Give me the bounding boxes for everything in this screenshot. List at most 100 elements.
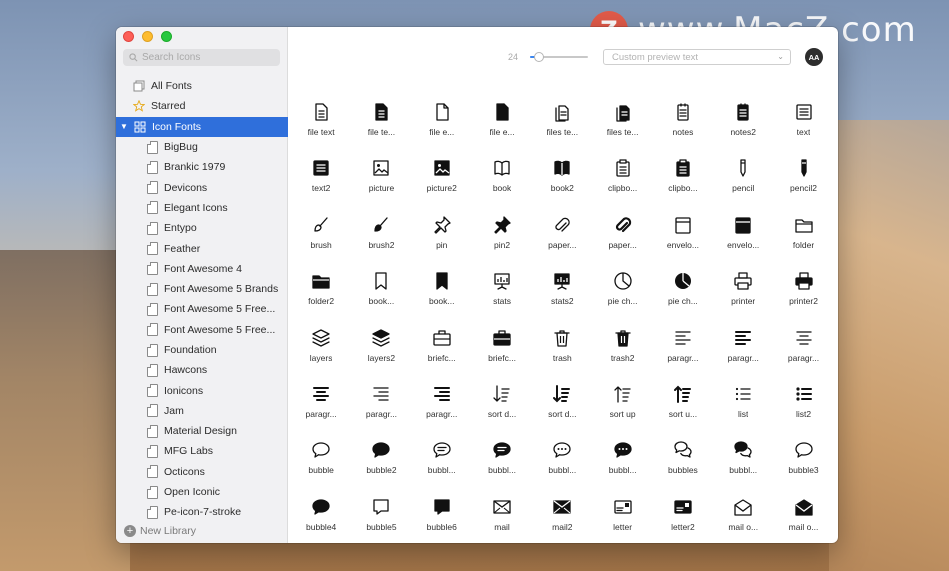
sidebar-item-font[interactable]: Pe-icon-7-stroke	[116, 502, 288, 522]
icon-cell[interactable]: book...	[412, 271, 472, 327]
icon-cell[interactable]: layers	[291, 328, 351, 384]
icon-cell[interactable]: pencil	[713, 158, 773, 214]
sidebar-item-font[interactable]: BigBug	[116, 137, 288, 157]
icon-cell[interactable]: paragr...	[713, 328, 773, 384]
icon-cell[interactable]: mail o...	[713, 497, 773, 543]
icon-cell[interactable]: printer	[713, 271, 773, 327]
disclosure-triangle-icon[interactable]: ▼	[120, 122, 130, 131]
icon-cell[interactable]: text2	[291, 158, 351, 214]
icon-cell[interactable]: bubbl...	[472, 440, 532, 496]
new-library-button[interactable]: + New Library	[124, 525, 196, 537]
icon-cell[interactable]: picture2	[412, 158, 472, 214]
zoom-button[interactable]	[161, 31, 172, 42]
icon-cell[interactable]: stats2	[532, 271, 592, 327]
icon-cell[interactable]: bubbl...	[532, 440, 592, 496]
icon-cell[interactable]: sort up	[592, 384, 652, 440]
sidebar-item-font[interactable]: Ionicons	[116, 380, 288, 400]
icon-cell[interactable]: bubble	[291, 440, 351, 496]
icon-cell[interactable]: text	[773, 102, 833, 158]
icon-cell[interactable]: mail o...	[773, 497, 833, 543]
sidebar-item-font[interactable]: Open Iconic	[116, 482, 288, 502]
icon-cell[interactable]: bubbl...	[412, 440, 472, 496]
icon-cell[interactable]: envelo...	[653, 215, 713, 271]
sidebar-item-font[interactable]: Font Awesome 5 Free...	[116, 299, 288, 319]
sidebar-item-font[interactable]: MFG Labs	[116, 441, 288, 461]
icon-cell[interactable]: trash2	[592, 328, 652, 384]
icon-cell[interactable]: bubble4	[291, 497, 351, 543]
sidebar-item-font[interactable]: Jam	[116, 401, 288, 421]
icon-cell[interactable]: paper...	[592, 215, 652, 271]
icon-cell[interactable]: bubble6	[412, 497, 472, 543]
sidebar-item-icon-fonts[interactable]: ▼ Icon Fonts	[116, 116, 288, 137]
icon-size-slider[interactable]	[530, 52, 588, 62]
sidebar-item-font[interactable]: Font Awesome 5 Free...	[116, 320, 288, 340]
sidebar-item-font[interactable]: Font Awesome 5 Brands	[116, 279, 288, 299]
icon-cell[interactable]: paragr...	[351, 384, 411, 440]
icon-cell[interactable]: pie ch...	[592, 271, 652, 327]
icon-cell[interactable]: folder2	[291, 271, 351, 327]
sidebar-item-font[interactable]: Hawcons	[116, 360, 288, 380]
icon-cell[interactable]: briefc...	[472, 328, 532, 384]
icon-cell[interactable]: book...	[351, 271, 411, 327]
search-input[interactable]	[142, 52, 272, 63]
icon-cell[interactable]: mail	[472, 497, 532, 543]
icon-cell[interactable]: briefc...	[412, 328, 472, 384]
icon-cell[interactable]: picture	[351, 158, 411, 214]
icon-cell[interactable]: pie ch...	[653, 271, 713, 327]
icon-cell[interactable]: clipbo...	[653, 158, 713, 214]
icon-cell[interactable]: paragr...	[412, 384, 472, 440]
icon-cell[interactable]: notes	[653, 102, 713, 158]
icon-cell[interactable]: book2	[532, 158, 592, 214]
icon-cell[interactable]: file e...	[412, 102, 472, 158]
sidebar-item-font[interactable]: Elegant Icons	[116, 198, 288, 218]
icon-cell[interactable]: bubbl...	[592, 440, 652, 496]
icon-cell[interactable]: notes2	[713, 102, 773, 158]
icon-cell[interactable]: file te...	[351, 102, 411, 158]
icon-cell[interactable]: paragr...	[773, 328, 833, 384]
icon-cell[interactable]: mail2	[532, 497, 592, 543]
icon-cell[interactable]: bubbl...	[713, 440, 773, 496]
icon-cell[interactable]: sort d...	[472, 384, 532, 440]
sidebar-item-font[interactable]: Feather	[116, 238, 288, 258]
icon-cell[interactable]: pin2	[472, 215, 532, 271]
icon-cell[interactable]: letter2	[653, 497, 713, 543]
icon-cell[interactable]: clipbo...	[592, 158, 652, 214]
icon-cell[interactable]: book	[472, 158, 532, 214]
icon-cell[interactable]: trash	[532, 328, 592, 384]
icon-cell[interactable]: bubble5	[351, 497, 411, 543]
icon-cell[interactable]: paper...	[532, 215, 592, 271]
icon-cell[interactable]: file e...	[472, 102, 532, 158]
icon-cell[interactable]: files te...	[532, 102, 592, 158]
sidebar-item-starred[interactable]: Starred	[116, 96, 288, 116]
preview-text-combobox[interactable]: Custom preview text ⌄	[603, 49, 791, 65]
slider-knob[interactable]	[533, 52, 544, 62]
icon-cell[interactable]: bubbles	[653, 440, 713, 496]
sidebar-item-font[interactable]: Material Design	[116, 421, 288, 441]
icon-cell[interactable]: letter	[592, 497, 652, 543]
icon-cell[interactable]: pin	[412, 215, 472, 271]
search-field[interactable]	[123, 49, 280, 66]
icon-cell[interactable]: stats	[472, 271, 532, 327]
icon-cell[interactable]: files te...	[592, 102, 652, 158]
icon-cell[interactable]: paragr...	[291, 384, 351, 440]
icon-cell[interactable]: list	[713, 384, 773, 440]
sidebar-item-font[interactable]: Devicons	[116, 177, 288, 197]
icon-cell[interactable]: sort d...	[532, 384, 592, 440]
icon-cell[interactable]: brush	[291, 215, 351, 271]
sidebar-item-font[interactable]: Brankic 1979	[116, 157, 288, 177]
sidebar-item-font[interactable]: Font Awesome 4	[116, 259, 288, 279]
minimize-button[interactable]	[142, 31, 153, 42]
icon-cell[interactable]: pencil2	[773, 158, 833, 214]
sidebar-item-font[interactable]: Octicons	[116, 462, 288, 482]
icon-cell[interactable]: brush2	[351, 215, 411, 271]
icon-cell[interactable]: list2	[773, 384, 833, 440]
sidebar-item-all-fonts[interactable]: All Fonts	[116, 76, 288, 96]
icon-cell[interactable]: paragr...	[653, 328, 713, 384]
icon-cell[interactable]: sort u...	[653, 384, 713, 440]
font-style-button[interactable]: AA	[805, 48, 823, 66]
close-button[interactable]	[123, 31, 134, 42]
icon-cell[interactable]: folder	[773, 215, 833, 271]
icon-cell[interactable]: printer2	[773, 271, 833, 327]
sidebar-item-font[interactable]: Entypo	[116, 218, 288, 238]
icon-cell[interactable]: bubble2	[351, 440, 411, 496]
